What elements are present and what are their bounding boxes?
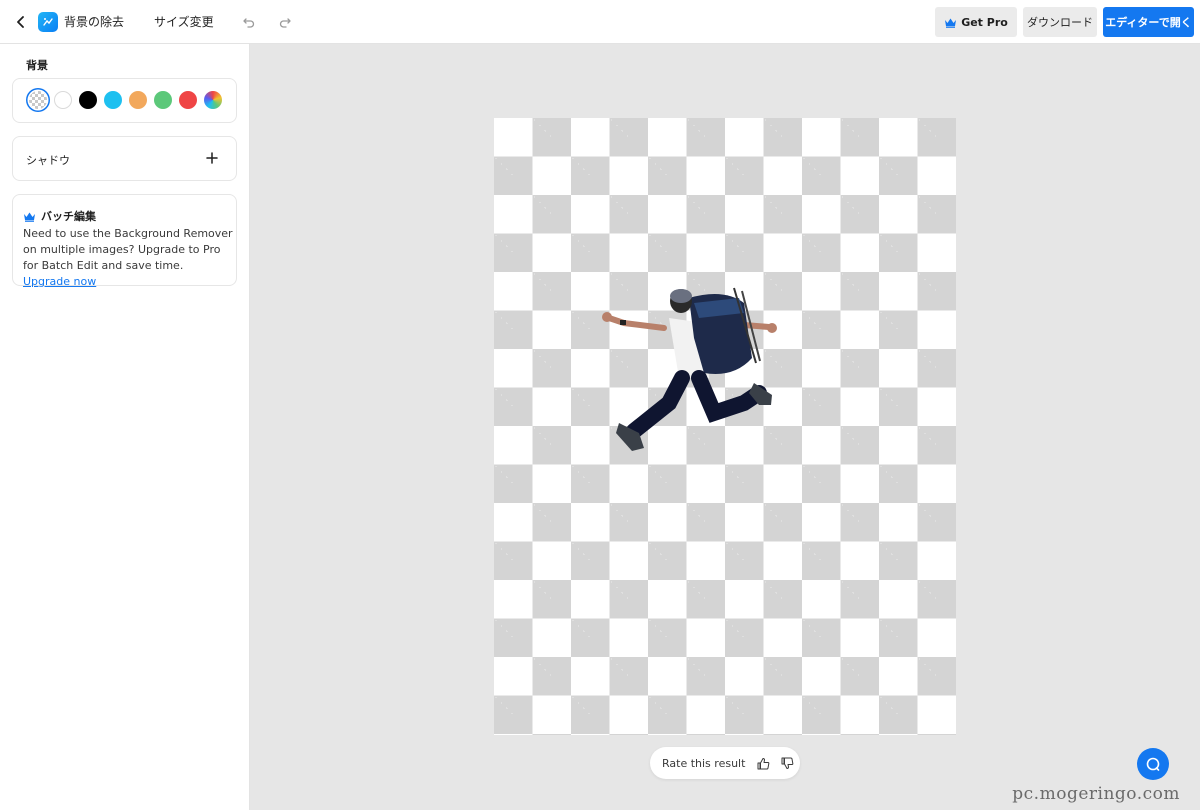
batch-edit-description: Need to use the Background Remover on mu…: [23, 226, 233, 290]
thumbs-down-icon: [781, 757, 794, 769]
canvas-area: Rate this result: [250, 44, 1200, 810]
undo-icon: [243, 17, 254, 28]
shadow-card[interactable]: シャドウ: [12, 136, 237, 181]
swatch-orange[interactable]: [129, 91, 147, 109]
crown-icon: [945, 18, 957, 28]
upgrade-now-link[interactable]: Upgrade now: [23, 275, 96, 288]
background-card: [12, 78, 237, 123]
chat-bubble-icon: [1146, 757, 1160, 771]
get-pro-label: Get Pro: [961, 15, 1008, 29]
resize-button[interactable]: サイズ変更: [154, 13, 214, 30]
color-swatches: [29, 91, 222, 109]
download-button[interactable]: ダウンロード: [1023, 7, 1097, 37]
add-shadow-button[interactable]: [202, 148, 222, 168]
batch-edit-title-text: バッチ編集: [41, 210, 96, 223]
plus-icon: [206, 152, 218, 164]
result-image-canvas[interactable]: [494, 118, 956, 735]
help-chat-button[interactable]: [1137, 748, 1169, 780]
swatch-transparent[interactable]: [29, 91, 47, 109]
swatch-red[interactable]: [179, 91, 197, 109]
get-pro-button[interactable]: Get Pro: [935, 7, 1017, 37]
thumbs-down-button[interactable]: [779, 755, 795, 771]
redo-icon: [279, 17, 291, 28]
open-editor-button[interactable]: エディターで開く: [1103, 7, 1194, 37]
swatch-green[interactable]: [154, 91, 172, 109]
swatch-cyan[interactable]: [104, 91, 122, 109]
batch-edit-text: Need to use the Background Remover on mu…: [23, 227, 233, 272]
app-logo-icon: [38, 11, 58, 32]
swatch-white[interactable]: [54, 91, 72, 109]
thumbs-up-icon: [757, 757, 770, 769]
top-bar: 背景の除去 サイズ変更 Get Pro ダウンロード エディターで開く: [0, 0, 1200, 44]
page-title: 背景の除去: [64, 15, 125, 29]
sidebar: 背景 シャドウ バッチ編集 Need to use the Background…: [0, 44, 250, 810]
cutout-subject-image: [602, 287, 777, 451]
background-section-label: 背景: [26, 59, 48, 72]
redo-button[interactable]: [274, 11, 296, 33]
rate-result-bar: Rate this result: [650, 747, 800, 779]
swatch-custom-color[interactable]: [204, 91, 222, 109]
undo-button[interactable]: [238, 11, 260, 33]
shadow-label: シャドウ: [26, 154, 70, 167]
batch-edit-title: バッチ編集: [23, 208, 96, 224]
chevron-left-icon: [17, 15, 24, 28]
watermark-text: pc.mogeringo.com: [1012, 784, 1180, 804]
swatch-black[interactable]: [79, 91, 97, 109]
batch-edit-card: バッチ編集 Need to use the Background Remover…: [12, 194, 237, 288]
thumbs-up-button[interactable]: [755, 755, 771, 771]
rate-result-label: Rate this result: [662, 756, 746, 770]
crown-icon: [24, 212, 35, 222]
back-button[interactable]: [8, 9, 34, 35]
